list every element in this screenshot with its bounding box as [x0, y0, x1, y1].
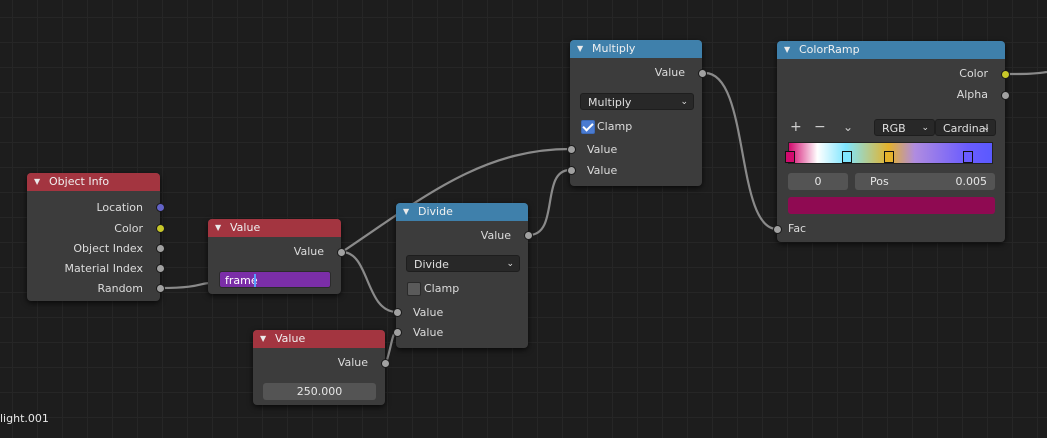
input-value-2-label: Value — [587, 164, 618, 177]
node-header[interactable]: ▼ Value — [253, 330, 385, 348]
input-value-2-socket[interactable] — [393, 328, 402, 337]
expression-text: frame — [225, 274, 258, 287]
output-alpha-label: Alpha — [956, 88, 988, 101]
operation-value: Divide — [414, 258, 449, 271]
remove-stop-button[interactable]: − — [814, 119, 826, 135]
collapse-triangle-icon[interactable]: ▼ — [577, 40, 583, 58]
output-value-label: Value — [654, 66, 685, 79]
output-random-socket[interactable] — [156, 284, 165, 293]
node-header[interactable]: ▼ ColorRamp — [777, 41, 1005, 59]
input-value-2-socket[interactable] — [567, 166, 576, 175]
color-stop-marker[interactable] — [884, 151, 894, 163]
ramp-menu-chevron-icon[interactable]: ⌄ — [843, 120, 853, 134]
node-title: Value — [275, 332, 306, 345]
node-value-250[interactable]: ▼ Value Value 250.000 — [253, 330, 390, 405]
input-value-1-socket[interactable] — [567, 145, 576, 154]
link-value-to-divide — [341, 250, 398, 314]
output-location-socket[interactable] — [156, 203, 165, 212]
node-header[interactable]: ▼ Multiply — [570, 40, 702, 58]
color-ramp-gradient[interactable] — [785, 142, 993, 164]
input-fac-socket[interactable] — [773, 225, 782, 234]
position-value: 0.005 — [955, 175, 988, 188]
input-value-1-socket[interactable] — [393, 308, 402, 317]
node-object-info[interactable]: ▼ Object Info Location Color Object Inde… — [27, 173, 165, 301]
output-random-label: Random — [97, 282, 143, 295]
stop-color-swatch[interactable] — [788, 197, 995, 214]
collapse-triangle-icon[interactable]: ▼ — [784, 41, 790, 59]
overlay-label: light.001 — [0, 412, 49, 425]
output-object-index-label: Object Index — [73, 242, 143, 255]
output-value-socket[interactable] — [381, 359, 390, 368]
value-number: 250.000 — [296, 385, 343, 398]
output-value-label: Value — [480, 229, 511, 242]
value-number-field[interactable]: 250.000 — [263, 383, 376, 400]
chevron-down-icon: ⌄ — [982, 123, 990, 133]
output-value-label: Value — [293, 245, 324, 258]
stop-index-value: 0 — [814, 175, 822, 188]
output-color-label: Color — [114, 222, 143, 235]
collapse-triangle-icon[interactable]: ▼ — [403, 203, 409, 221]
add-stop-button[interactable]: + — [790, 119, 802, 135]
operation-dropdown[interactable]: Multiply ⌄ — [580, 93, 694, 110]
node-title: Object Info — [49, 175, 110, 188]
output-color-socket[interactable] — [156, 224, 165, 233]
input-value-1-label: Value — [587, 143, 618, 156]
output-color-label: Color — [959, 67, 988, 80]
link-multiply-to-colorramp — [704, 71, 778, 231]
node-colorramp[interactable]: ▼ ColorRamp Color Alpha + − ⌄ RGB ⌄ Card… — [773, 41, 1010, 242]
node-title: Value — [230, 221, 261, 234]
node-divide[interactable]: ▼ Divide Value Divide ⌄ Clamp Value Valu… — [393, 203, 533, 348]
stop-position-field[interactable]: Pos 0.005 — [855, 173, 995, 190]
node-title: Multiply — [592, 42, 636, 55]
node-header[interactable]: ▼ Object Info — [27, 173, 160, 191]
stop-index-field[interactable]: 0 — [788, 173, 848, 190]
input-value-2-label: Value — [413, 326, 444, 339]
input-fac-label: Fac — [788, 222, 807, 235]
position-label: Pos — [870, 175, 889, 188]
clamp-label: Clamp — [424, 282, 460, 295]
output-object-index-socket[interactable] — [156, 244, 165, 253]
clamp-checkbox[interactable] — [407, 282, 421, 296]
output-location-label: Location — [96, 201, 143, 214]
input-value-1-label: Value — [413, 306, 444, 319]
chevron-down-icon: ⌄ — [921, 123, 929, 133]
chevron-down-icon: ⌄ — [680, 97, 688, 107]
operation-value: Multiply — [588, 96, 632, 109]
node-title: ColorRamp — [799, 43, 860, 56]
output-value-socket[interactable] — [524, 231, 533, 240]
node-header[interactable]: ▼ Divide — [396, 203, 528, 221]
output-color-socket[interactable] — [1001, 70, 1010, 79]
output-value-socket[interactable] — [337, 248, 346, 257]
clamp-label: Clamp — [597, 120, 633, 133]
clamp-checkbox[interactable] — [581, 120, 595, 134]
text-cursor — [254, 274, 256, 287]
output-value-label: Value — [337, 356, 368, 369]
output-alpha-socket[interactable] — [1001, 91, 1010, 100]
link-divide-to-multiply — [528, 168, 571, 237]
value-expression-field[interactable]: frame — [219, 271, 331, 288]
output-material-index-label: Material Index — [64, 262, 143, 275]
interpolation-dropdown[interactable]: Cardinal ⌄ — [935, 119, 996, 136]
color-mode-value: RGB — [882, 122, 906, 135]
output-value-socket[interactable] — [698, 69, 707, 78]
node-header[interactable]: ▼ Value — [208, 219, 341, 237]
output-material-index-socket[interactable] — [156, 264, 165, 273]
color-mode-dropdown[interactable]: RGB ⌄ — [874, 119, 935, 136]
node-multiply[interactable]: ▼ Multiply Value Multiply ⌄ Clamp Value … — [567, 40, 707, 186]
chevron-down-icon: ⌄ — [506, 259, 514, 269]
node-value-frame[interactable]: ▼ Value Value frame — [208, 219, 346, 294]
color-stop-marker[interactable] — [842, 151, 852, 163]
collapse-triangle-icon[interactable]: ▼ — [34, 173, 40, 191]
color-stop-marker[interactable] — [963, 151, 973, 163]
collapse-triangle-icon[interactable]: ▼ — [260, 330, 266, 348]
node-title: Divide — [418, 205, 453, 218]
link-colorramp-out — [1005, 70, 1047, 76]
color-stop-marker[interactable] — [785, 151, 795, 163]
collapse-triangle-icon[interactable]: ▼ — [215, 219, 221, 237]
operation-dropdown[interactable]: Divide ⌄ — [406, 255, 520, 272]
